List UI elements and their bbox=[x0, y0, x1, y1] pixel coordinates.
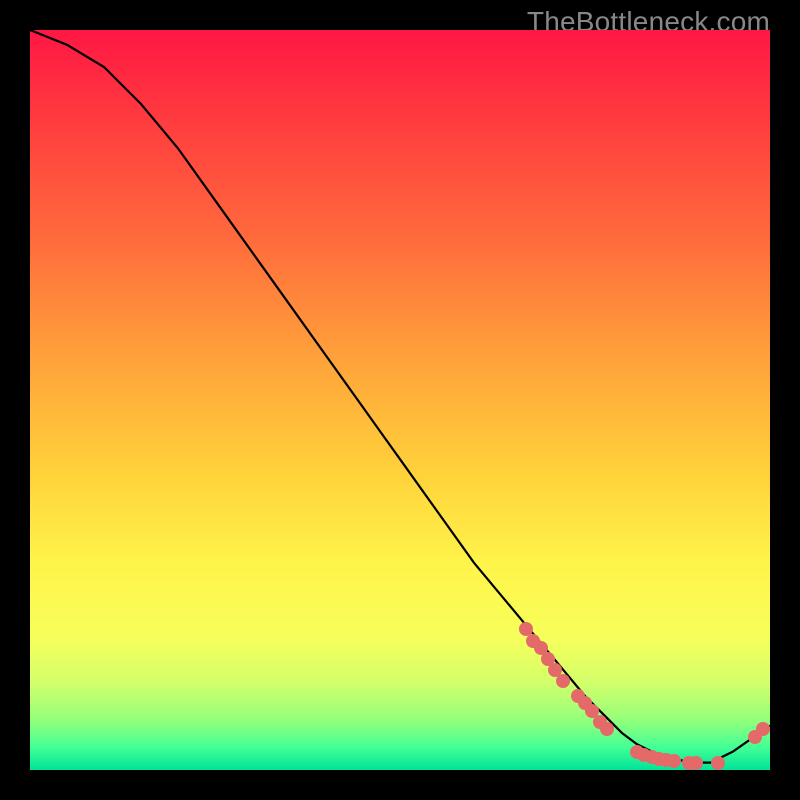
bottleneck-curve bbox=[30, 30, 770, 770]
data-point-marker bbox=[556, 674, 570, 688]
data-point-marker bbox=[689, 756, 703, 770]
chart-container: TheBottleneck.com bbox=[0, 0, 800, 800]
data-point-marker bbox=[711, 756, 725, 770]
plot-area bbox=[30, 30, 770, 770]
data-point-marker bbox=[667, 754, 681, 768]
data-point-marker bbox=[756, 722, 770, 736]
